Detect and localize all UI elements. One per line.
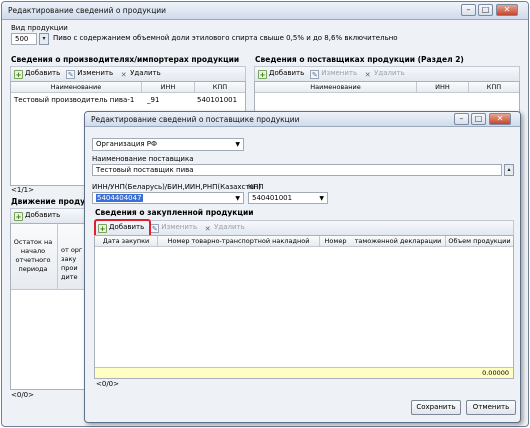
col-kpp[interactable]: КПП bbox=[469, 82, 519, 93]
purchased-delete-button[interactable]: ✕ Удалить bbox=[200, 221, 248, 234]
producer-kpp: 540101001 bbox=[197, 96, 238, 104]
movement-table-header: Остаток на начало отчетного периода от о… bbox=[11, 224, 85, 290]
suppliers-add-button[interactable]: + Добавить bbox=[255, 67, 307, 80]
supplier-name-field[interactable]: Тестовый поставщик пива bbox=[92, 164, 502, 176]
movement-toolbar: + Добавить bbox=[10, 208, 86, 223]
inn-field[interactable]: 5404404047 ▼ bbox=[92, 192, 244, 204]
col-customs-declaration[interactable]: таможенной декларации bbox=[351, 236, 446, 247]
purchased-header: Сведения о закупленной продукции bbox=[95, 208, 254, 217]
minimize-icon[interactable]: – bbox=[454, 113, 469, 125]
suppliers-edit-label: Изменить bbox=[321, 69, 358, 77]
purchased-edit-label: Изменить bbox=[161, 223, 198, 231]
purchased-counter: <0/0> bbox=[96, 380, 119, 388]
producers-counter: <1/1> bbox=[11, 186, 34, 194]
edit-icon: ✎ bbox=[66, 70, 76, 79]
add-icon: + bbox=[14, 70, 23, 79]
producers-delete-label: Удалить bbox=[130, 69, 161, 77]
cancel-button[interactable]: Отменить bbox=[466, 400, 516, 415]
col-waybill-number[interactable]: Номер товарно-транспортной накладной bbox=[158, 236, 320, 247]
edit-icon: ✎ bbox=[150, 224, 160, 233]
inn-label: ИНН/УНП(Беларусь)/БИН,ИИН,РНП(Казахстан) bbox=[92, 183, 262, 191]
dialog-title-bar: Редактирование сведений о поставщике про… bbox=[85, 112, 520, 127]
product-description: Пиво с содержанием объемной доли этилово… bbox=[53, 34, 398, 42]
producer-inn: _91 bbox=[147, 96, 160, 104]
suppliers-delete-button[interactable]: ✕ Удалить bbox=[360, 67, 408, 80]
main-title-bar: Редактирование сведений о продукции – □ … bbox=[2, 2, 528, 20]
purchased-table-header: Дата закупки Номер товарно-транспортной … bbox=[95, 236, 513, 247]
producer-name: Тестовый производитель пива-1 bbox=[14, 96, 135, 104]
supplier-dialog: Редактирование сведений о поставщике про… bbox=[84, 111, 521, 423]
col-purchase-date[interactable]: Дата закупки bbox=[95, 236, 158, 247]
delete-icon: ✕ bbox=[204, 225, 211, 233]
minimize-icon[interactable]: – bbox=[461, 4, 476, 16]
purchased-table: Дата закупки Номер товарно-транспортной … bbox=[94, 235, 514, 379]
suppliers-toolbar: + Добавить ✎ Изменить ✕ Удалить bbox=[254, 66, 520, 81]
purchased-toolbar: + Добавить ✎ Изменить ✕ Удалить bbox=[94, 220, 514, 235]
close-icon[interactable]: ✕ bbox=[489, 113, 511, 125]
add-icon: + bbox=[258, 70, 267, 79]
col-volume[interactable]: Объем продукции bbox=[446, 236, 513, 247]
purchased-delete-label: Удалить bbox=[214, 223, 245, 231]
col-from-organizations[interactable]: от орг заку прои дите bbox=[57, 224, 85, 290]
purchased-edit-button[interactable]: ✎ Изменить bbox=[147, 221, 200, 234]
col-kpp[interactable]: КПП bbox=[195, 82, 245, 93]
chevron-down-icon: ▼ bbox=[235, 195, 240, 202]
producers-toolbar: + Добавить ✎ Изменить ✕ Удалить bbox=[10, 66, 246, 81]
producers-edit-label: Изменить bbox=[77, 69, 114, 77]
suppliers-edit-button[interactable]: ✎ Изменить bbox=[307, 67, 360, 80]
product-type-label: Вид продукции bbox=[11, 24, 68, 32]
col-name[interactable]: Наименование bbox=[11, 82, 142, 93]
main-title: Редактирование сведений о продукции bbox=[8, 6, 167, 15]
maximize-icon[interactable]: □ bbox=[478, 4, 493, 16]
producers-table-header: Наименование ИНН КПП bbox=[11, 82, 245, 93]
kpp-value: 540401001 bbox=[252, 194, 293, 202]
product-code-field[interactable]: 500 bbox=[11, 33, 37, 45]
chevron-down-icon: ▼ bbox=[319, 195, 324, 202]
suppliers-add-label: Добавить bbox=[269, 69, 305, 77]
product-code-dropdown-icon[interactable]: ▾ bbox=[39, 33, 49, 45]
close-icon[interactable]: ✕ bbox=[496, 4, 518, 16]
edit-icon: ✎ bbox=[310, 70, 320, 79]
suppliers-header: Сведения о поставщиках продукции (Раздел… bbox=[255, 55, 464, 64]
suppliers-delete-label: Удалить bbox=[374, 69, 405, 77]
total-row: 0.00000 bbox=[95, 367, 513, 378]
movement-counter: <0/0> bbox=[11, 391, 34, 399]
table-row[interactable]: Тестовый производитель пива-1 _91 540101… bbox=[11, 95, 245, 105]
producers-edit-button[interactable]: ✎ Изменить bbox=[63, 67, 116, 80]
suppliers-table: Наименование ИНН КПП bbox=[254, 81, 520, 115]
dialog-title: Редактирование сведений о поставщике про… bbox=[91, 115, 300, 124]
total-volume: 0.00000 bbox=[482, 369, 509, 377]
col-inn[interactable]: ИНН bbox=[417, 82, 469, 93]
col-opening-balance[interactable]: Остаток на начало отчетного периода bbox=[11, 238, 55, 274]
producers-header: Сведения о производителях/импортерах про… bbox=[11, 55, 240, 64]
suppliers-table-header: Наименование ИНН КПП bbox=[255, 82, 519, 93]
kpp-field[interactable]: 540401001 ▼ bbox=[248, 192, 328, 204]
movement-add-button[interactable]: + Добавить bbox=[11, 209, 63, 222]
movement-table: Остаток на начало отчетного периода от о… bbox=[10, 223, 86, 390]
supplier-name-label: Наименование поставщика bbox=[92, 155, 194, 163]
chevron-down-icon: ▼ bbox=[235, 141, 240, 148]
producers-add-label: Добавить bbox=[25, 69, 61, 77]
add-icon: + bbox=[14, 212, 23, 221]
maximize-icon[interactable]: □ bbox=[471, 113, 486, 125]
movement-add-label: Добавить bbox=[25, 211, 61, 219]
org-type-value: Организация РФ bbox=[96, 140, 158, 148]
col-name[interactable]: Наименование bbox=[255, 82, 417, 93]
supplier-name-dropdown-icon[interactable]: ▴ bbox=[504, 164, 514, 176]
delete-icon: ✕ bbox=[120, 71, 127, 79]
producers-add-button[interactable]: + Добавить bbox=[11, 67, 63, 80]
col-inn[interactable]: ИНН bbox=[142, 82, 195, 93]
delete-icon: ✕ bbox=[364, 71, 371, 79]
kpp-label: КПП bbox=[248, 183, 264, 191]
inn-value: 5404404047 bbox=[96, 194, 143, 202]
movement-header: Движение продук bbox=[11, 197, 91, 206]
org-type-select[interactable]: Организация РФ ▼ bbox=[92, 138, 244, 151]
col-customs-number[interactable]: Номер bbox=[320, 236, 351, 247]
save-button[interactable]: Сохранить bbox=[411, 400, 461, 415]
producers-delete-button[interactable]: ✕ Удалить bbox=[116, 67, 164, 80]
